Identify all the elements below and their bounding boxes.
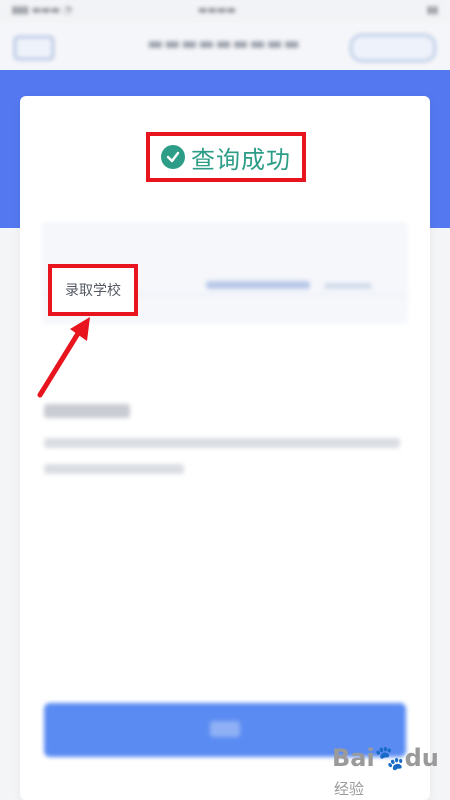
confirm-button-label (210, 721, 240, 737)
baidu-watermark: Bai🐾du 经验 (332, 744, 450, 800)
query-success-text: 查询成功 (191, 145, 291, 174)
navigation-bar: ▬▬▬▬▬▬▬▬▬ (0, 22, 450, 70)
watermark-brand: Bai (332, 744, 375, 772)
check-circle-icon (161, 145, 185, 169)
back-button[interactable] (14, 36, 54, 60)
check-mark-icon (166, 151, 180, 163)
notes-line (44, 464, 184, 474)
admitted-school-value (206, 281, 372, 291)
clock-indicator: ▬▬▬▬ (198, 5, 236, 16)
notes-heading (44, 404, 130, 418)
status-bar: ▮▮▮ ▬▬▬ ◔ ▬▬▬▬ ▮▮ (0, 0, 450, 22)
query-success-highlight: 查询成功 (146, 132, 306, 182)
watermark-sub: 经验 (334, 780, 365, 798)
paw-icon: 🐾 (374, 744, 405, 772)
admitted-school-label-highlight: 录取学校 (48, 264, 138, 316)
battery-indicator: ▮▮ (426, 5, 438, 16)
page-title: ▬▬▬▬▬▬▬▬▬ (147, 34, 301, 54)
school-name-text (206, 281, 310, 289)
result-card (20, 96, 430, 800)
watermark-brand-suffix: du (404, 744, 439, 772)
notes-line (44, 438, 400, 448)
school-extra-text (324, 283, 372, 289)
annotation-arrow-icon (37, 317, 90, 398)
nav-action-button[interactable] (350, 34, 436, 62)
admitted-school-label: 录取学校 (65, 283, 121, 299)
carrier-indicator: ▮▮▮ ▬▬▬ ◔ (12, 5, 72, 16)
